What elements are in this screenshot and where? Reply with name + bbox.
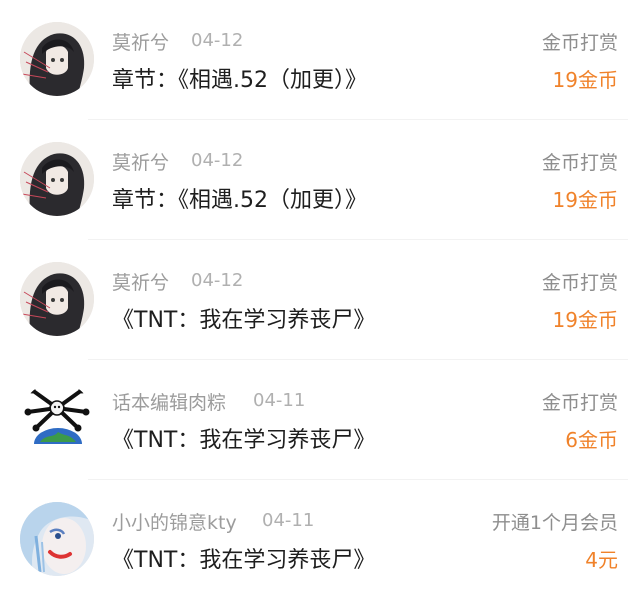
reward-record-list: 莫祈兮 04-12 章节：《相遇.52（加更）》 金币打赏 19金币 莫祈兮 0…	[0, 0, 640, 595]
record-date: 04-12	[191, 150, 244, 171]
list-item[interactable]: 莫祈兮 04-12 章节：《相遇.52（加更）》 金币打赏 19金币	[0, 0, 640, 120]
anime-girl-avatar-icon	[20, 142, 94, 216]
user-name[interactable]: 莫祈兮	[112, 268, 169, 295]
reward-amount: 19金币	[552, 188, 618, 212]
record-date: 04-12	[191, 270, 244, 291]
user-avatar[interactable]	[20, 502, 94, 576]
book-title[interactable]: 《TNT：我在学习养丧尸》	[112, 422, 375, 454]
reward-type: 金币打赏	[541, 152, 618, 174]
record-date: 04-12	[191, 30, 244, 51]
list-item[interactable]: 小小的锦意kty 04-11 《TNT：我在学习养丧尸》 开通1个月会员 4元	[0, 480, 640, 600]
reward-amount: 6金币	[565, 428, 618, 452]
reward-amount: 4元	[585, 548, 618, 572]
chapter-title[interactable]: 章节：《相遇.52（加更）》	[112, 182, 367, 214]
chapter-title[interactable]: 章节：《相遇.52（加更）》	[112, 62, 367, 94]
reward-type: 金币打赏	[541, 272, 618, 294]
reward-type: 开通1个月会员	[491, 512, 618, 534]
list-item[interactable]: 话本编辑肉粽 04-11 《TNT：我在学习养丧尸》 金币打赏 6金币	[0, 360, 640, 480]
reward-amount: 19金币	[552, 68, 618, 92]
earth-skull-avatar-icon	[20, 382, 94, 456]
record-date: 04-11	[262, 510, 315, 531]
list-item[interactable]: 莫祈兮 04-12 章节：《相遇.52（加更）》 金币打赏 19金币	[0, 120, 640, 240]
anime-girl-avatar-icon	[20, 262, 94, 336]
user-name[interactable]: 莫祈兮	[112, 148, 169, 175]
user-avatar[interactable]	[20, 142, 94, 216]
list-item[interactable]: 莫祈兮 04-12 《TNT：我在学习养丧尸》 金币打赏 19金币	[0, 240, 640, 360]
record-date: 04-11	[253, 390, 306, 411]
reward-amount: 19金币	[552, 308, 618, 332]
reward-type: 金币打赏	[541, 32, 618, 54]
user-avatar[interactable]	[20, 262, 94, 336]
book-title[interactable]: 《TNT：我在学习养丧尸》	[112, 542, 375, 574]
book-title[interactable]: 《TNT：我在学习养丧尸》	[112, 302, 375, 334]
user-avatar[interactable]	[20, 22, 94, 96]
user-name[interactable]: 莫祈兮	[112, 28, 169, 55]
anime-girl-avatar-icon	[20, 22, 94, 96]
cosplay-portrait-avatar-icon	[20, 502, 94, 576]
user-name[interactable]: 小小的锦意kty	[112, 508, 237, 535]
user-name[interactable]: 话本编辑肉粽	[112, 388, 226, 415]
user-avatar[interactable]	[20, 382, 94, 456]
reward-type: 金币打赏	[541, 392, 618, 414]
